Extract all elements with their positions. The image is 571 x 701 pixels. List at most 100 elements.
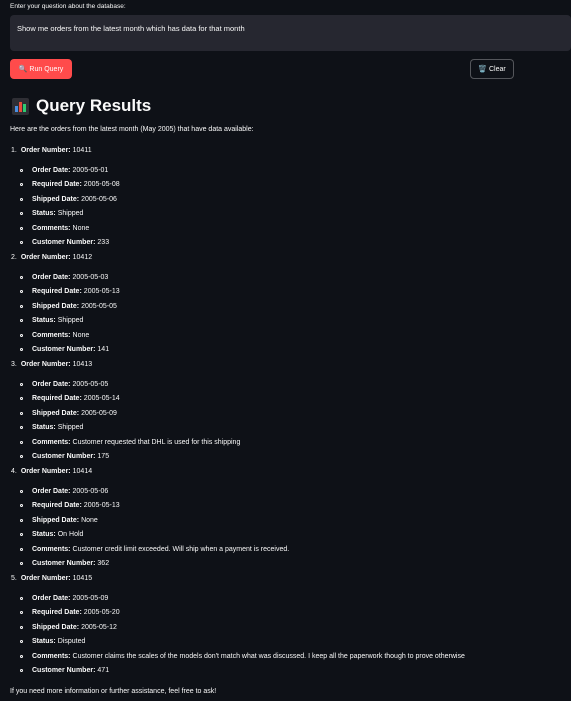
order-field-status: Status: On Hold [20,531,83,538]
order-heading: 3. Order Number: 10413 [11,361,92,368]
results-heading: Query Results [12,95,151,117]
order-number-value: 10413 [72,361,93,368]
order-field-order-date: Order Date: 2005-05-09 [20,595,108,602]
bullet-icon [20,490,23,493]
order-field-customer-number: Customer Number: 362 [20,560,109,567]
order-index: 4. [11,468,17,475]
bullet-icon [20,411,23,415]
bullet-icon [20,383,23,386]
bullet-icon [20,669,23,672]
order-field-order-date: Order Date: 2005-05-03 [20,274,108,281]
bullet-icon [20,212,23,216]
field-value: Customer credit limit exceeded. Will shi… [72,545,290,553]
clear-button[interactable]: 🗑️ Clear [470,59,514,79]
order-heading: 1. Order Number: 10411 [11,147,92,154]
order-number-label: Order Number: [20,361,71,368]
order-field-required-date: Required Date: 2005-05-14 [20,395,120,402]
bullet-icon [20,290,23,294]
bullet-icon [20,640,23,644]
bullet-icon [20,597,23,600]
field-label: Shipped Date: [32,516,80,524]
bullet-icon [20,654,23,658]
order-number-value: 10415 [72,575,93,582]
field-value: On Hold [57,531,84,539]
order-field-customer-number: Customer Number: 233 [20,239,109,246]
field-label: Required Date: [32,181,82,189]
order-field-shipped-date: Shipped Date: 2005-05-05 [20,303,117,310]
run-query-button[interactable]: 🔍 Run Query [10,59,72,79]
order-field-order-date: Order Date: 2005-05-05 [20,381,108,388]
order-number-value: 10412 [72,254,93,261]
field-label: Shipped Date: [32,409,80,417]
order-heading: 5. Order Number: 10415 [11,575,92,582]
bullet-icon [20,455,23,458]
field-label: Comments: [32,652,71,660]
field-label: Status: [32,531,56,539]
field-label: Required Date: [32,288,82,296]
field-value: 471 [97,667,110,674]
order-field-shipped-date: Shipped Date: None [20,517,98,524]
order-number-label: Order Number: [20,254,71,261]
order-index: 5. [11,575,17,582]
results-intro: Here are the orders from the latest mont… [10,126,254,133]
run-query-label: Run Query [29,65,64,73]
question-label: Enter your question about the database: [10,3,126,10]
order-field-order-date: Order Date: 2005-05-06 [20,488,108,495]
order-heading: 4. Order Number: 10414 [11,468,92,475]
order-index: 3. [11,361,17,368]
order-number-label: Order Number: [20,468,71,475]
bullet-icon [20,547,23,551]
field-label: Customer Number: [32,453,96,460]
field-value: 362 [97,560,110,567]
field-value: 2005-05-03 [72,274,109,281]
bullet-icon [20,533,23,537]
order-field-status: Status: Shipped [20,317,83,324]
bullet-icon [20,319,23,323]
order-field-comments: Comments: Customer requested that DHL is … [20,439,240,446]
field-label: Status: [32,210,56,218]
field-value: 175 [97,453,110,460]
field-value: 2005-05-20 [83,609,120,617]
bullet-icon [20,276,23,279]
field-label: Order Date: [32,488,71,495]
bullet-icon [20,333,23,337]
field-value: Customer claims the scales of the models… [72,652,465,660]
bullet-icon [20,183,23,187]
field-label: Customer Number: [32,239,96,246]
field-label: Shipped Date: [32,302,80,310]
order-field-required-date: Required Date: 2005-05-20 [20,609,120,616]
field-value: 2005-05-14 [83,395,120,403]
search-icon: 🔍 [18,66,28,73]
order-number-value: 10414 [72,468,93,475]
field-label: Status: [32,317,56,325]
bullet-icon [20,426,23,430]
clear-label: Clear [488,65,506,73]
field-value: 2005-05-05 [72,381,109,388]
bullet-icon [20,562,23,565]
bullet-icon [20,197,23,201]
order-field-shipped-date: Shipped Date: 2005-05-09 [20,410,117,417]
field-value: 2005-05-13 [83,502,120,510]
question-input[interactable]: Show me orders from the latest month whi… [10,15,571,51]
field-value: 2005-05-06 [81,195,117,203]
field-value: 2005-05-08 [83,181,120,189]
order-field-shipped-date: Shipped Date: 2005-05-06 [20,196,117,203]
field-label: Shipped Date: [32,195,80,203]
order-field-required-date: Required Date: 2005-05-08 [20,181,120,188]
order-field-comments: Comments: None [20,225,89,232]
field-value: None [72,224,90,232]
field-value: 2005-05-09 [72,595,109,602]
field-label: Status: [32,638,56,646]
bullet-icon [20,241,23,244]
order-field-comments: Comments: None [20,332,89,339]
order-field-customer-number: Customer Number: 471 [20,667,109,674]
field-label: Customer Number: [32,560,96,567]
field-value: 2005-05-12 [81,623,117,631]
closing-text: If you need more information or further … [10,688,217,695]
field-value: 2005-05-06 [72,488,109,495]
order-field-status: Status: Shipped [20,210,83,217]
order-heading: 2. Order Number: 10412 [11,254,92,261]
order-field-shipped-date: Shipped Date: 2005-05-12 [20,624,117,631]
field-value: Shipped [57,317,84,325]
field-value: 2005-05-05 [81,302,117,310]
